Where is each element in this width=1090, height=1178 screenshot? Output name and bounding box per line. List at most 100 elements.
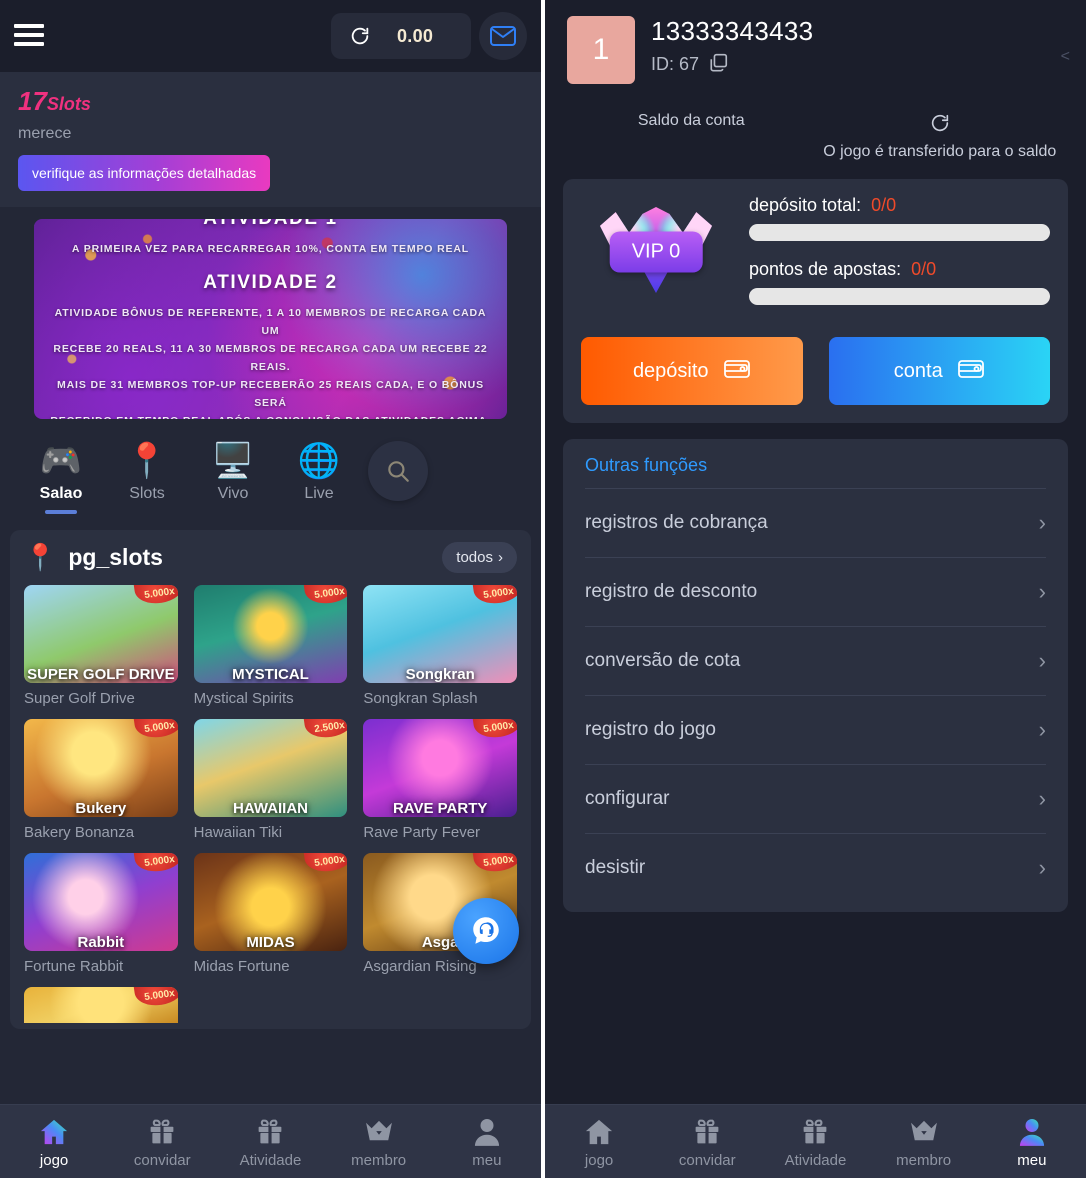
bottom-nav-label: convidar: [678, 1151, 736, 1169]
menu-item-registros-de-cobranca[interactable]: registros de cobrança ›: [585, 488, 1046, 557]
search-button[interactable]: [368, 441, 428, 501]
chevron-left-icon[interactable]: <: [1061, 48, 1070, 66]
hamburger-collapse-icon[interactable]: [14, 24, 44, 48]
thumbnail-cover-text: Bukery: [75, 800, 127, 817]
account-header: 1 13333343433 ID: 67 < Saldo da conta O …: [545, 0, 1086, 161]
balance-pill[interactable]: 0.00: [331, 13, 471, 59]
envelope-icon[interactable]: [479, 12, 527, 60]
game-thumbnail: 2.500x HAWAIIAN: [193, 719, 348, 817]
menu-item-conversao-de-cota[interactable]: conversão de cota ›: [585, 626, 1046, 695]
support-chat-button[interactable]: [453, 898, 519, 964]
deposit-button[interactable]: depósito: [581, 337, 803, 405]
bottom-nav-membro[interactable]: membro: [329, 1115, 429, 1169]
game-tile[interactable]: 5.000x Bukery Bakery Bonanza: [24, 719, 178, 841]
category-tab-salao[interactable]: 🎮 Salao: [18, 439, 104, 514]
menu-item-label: desistir: [585, 857, 646, 878]
wallet-icon: [723, 356, 751, 386]
user-summary: 1 13333343433 ID: 67: [567, 16, 1064, 84]
multiplier-badge: 5.000x: [473, 585, 517, 607]
right-panel-spacer: [545, 912, 1086, 1104]
bottom-nav-membro[interactable]: membro: [874, 1115, 974, 1169]
game-tile[interactable]: 5.000x RAVE PARTY Rave Party Fever: [363, 719, 517, 841]
avatar[interactable]: 1: [567, 16, 635, 84]
search-icon: [388, 461, 409, 482]
game-thumbnail: 5.000x MYSTICAL: [193, 585, 348, 683]
multiplier-badge: 5.000x: [473, 853, 517, 875]
menu-item-desistir[interactable]: desistir ›: [585, 833, 1046, 902]
bottom-nav-atividade[interactable]: Atividade: [220, 1115, 320, 1169]
game-tile[interactable]: 5.000x SUPER GOLF DRIVE Super Golf Drive: [24, 585, 178, 707]
vip-crown-icon: VIP 0: [581, 195, 731, 305]
vip-top-row: VIP 0 depósito total: 0/0 pontos de apost…: [581, 195, 1050, 305]
bottom-nav-meu[interactable]: meu: [437, 1115, 537, 1169]
category-tab-slots[interactable]: 📍 Slots: [104, 439, 190, 503]
bottom-nav-label: meu: [472, 1151, 502, 1169]
banner-heading-2: ATIVIDADE 2: [203, 271, 338, 293]
menu-item-label: registros de cobrança: [585, 512, 768, 533]
transfer-balance-block[interactable]: O jogo é transferido para o saldo: [816, 112, 1065, 161]
promo-details-button[interactable]: verifique as informações detalhadas: [18, 155, 271, 191]
game-tile[interactable]: 2.500x HAWAIIAN Hawaiian Tiki: [193, 719, 348, 841]
refresh-icon[interactable]: [929, 112, 951, 139]
refresh-icon[interactable]: [349, 25, 371, 47]
other-functions-card: Outras funções registros de cobrança › r…: [563, 439, 1068, 912]
bottom-nav-label: jogo: [39, 1151, 69, 1169]
menu-item-configurar[interactable]: configurar ›: [585, 764, 1046, 833]
promo-count-suffix: Slots: [46, 94, 91, 114]
view-all-button[interactable]: todos ›: [442, 542, 517, 573]
game-tile[interactable]: 5.000x Songkran Songkran Splash: [363, 585, 517, 707]
support-headset-icon: [473, 917, 499, 944]
category-tab-vivo[interactable]: 🖥️ Vivo: [190, 439, 276, 503]
bottom-nav-meu[interactable]: meu: [982, 1115, 1082, 1169]
account-balance-block: Saldo da conta: [567, 112, 816, 161]
person-icon: [474, 1115, 500, 1149]
game-tile[interactable]: 5.000x Rabbit Fortune Rabbit: [24, 853, 178, 975]
game-name: Bakery Bonanza: [24, 824, 135, 841]
other-functions-title: Outras funções: [585, 455, 708, 475]
banner-line-2: ATIVIDADE BÔNUS DE REFERENTE, 1 A 10 MEM…: [54, 306, 487, 337]
pg-slots-title: pg_slots: [68, 544, 163, 570]
game-thumbnail: 5.000x Songkran: [363, 585, 517, 683]
pg-slots-card: 📍 pg_slots todos › 5.000x SUPER GOLF DRI…: [10, 530, 531, 1029]
left-panel-game-lobby: 0.00 17Slots merece verifique as informa…: [0, 0, 545, 1178]
gamepad-icon: 🎮: [39, 442, 83, 480]
copy-icon[interactable]: [709, 52, 729, 77]
menu-item-label: conversão de cota: [585, 650, 741, 671]
bottom-nav-convidar[interactable]: convidar: [657, 1115, 757, 1169]
menu-item-registro-de-desconto[interactable]: registro de desconto ›: [585, 557, 1046, 626]
gift-icon: [801, 1115, 829, 1149]
multiplier-badge: 5.000x: [303, 585, 348, 607]
chevron-right-icon: ›: [1038, 786, 1046, 811]
activity-banner[interactable]: ATIVIDADE 1 A PRIMEIRA VEZ PARA RECARREG…: [34, 219, 507, 419]
game-thumbnail: 5.000x: [24, 987, 178, 1023]
banner-line-3: RECEBE 20 REALS, 11 A 30 MEMBROS DE RECA…: [53, 342, 488, 373]
chevron-right-icon: ›: [1038, 510, 1046, 535]
chevron-right-icon: ›: [1038, 717, 1046, 742]
bottom-nav-jogo[interactable]: jogo: [549, 1115, 649, 1169]
user-id-row: ID: 67: [651, 52, 813, 77]
left-scroll-area[interactable]: ATIVIDADE 1 A PRIMEIRA VEZ PARA RECARREG…: [0, 207, 541, 1104]
menu-item-label: registro do jogo: [585, 719, 716, 740]
game-tile-partial[interactable]: 5.000x: [24, 987, 178, 1023]
account-button[interactable]: conta: [828, 337, 1050, 405]
multiplier-badge: 5.000x: [133, 853, 178, 875]
banner-line-4: MAIS DE 31 MEMBROS TOP-UP RECEBERÃO 25 R…: [57, 379, 484, 410]
gift-icon: [148, 1115, 176, 1149]
promo-title: 17Slots: [18, 86, 523, 117]
thumbnail-cover-text: Rabbit: [77, 934, 125, 951]
game-tile[interactable]: 5.000x MIDAS Midas Fortune: [193, 853, 348, 975]
game-name: Rave Party Fever: [363, 824, 481, 841]
multiplier-badge: 5.000x: [303, 853, 348, 875]
category-tab-live[interactable]: 🌐 Live: [276, 439, 362, 503]
bottom-nav-jogo[interactable]: jogo: [4, 1115, 104, 1169]
betting-points-line: pontos de apostas: 0/0: [749, 259, 1050, 280]
vip-progress-block: depósito total: 0/0 pontos de apostas: 0/0: [749, 195, 1050, 305]
right-panel-account: 1 13333343433 ID: 67 < Saldo da conta O …: [545, 0, 1086, 1178]
multiplier-badge: 5.000x: [133, 987, 178, 1009]
deposit-total-value: 0/0: [871, 195, 897, 215]
vip-card: VIP 0 depósito total: 0/0 pontos de apost…: [563, 179, 1068, 423]
menu-item-registro-do-jogo[interactable]: registro do jogo ›: [585, 695, 1046, 764]
game-tile[interactable]: 5.000x MYSTICAL Mystical Spirits: [193, 585, 348, 707]
bottom-nav-convidar[interactable]: convidar: [112, 1115, 212, 1169]
bottom-nav-atividade[interactable]: Atividade: [765, 1115, 865, 1169]
